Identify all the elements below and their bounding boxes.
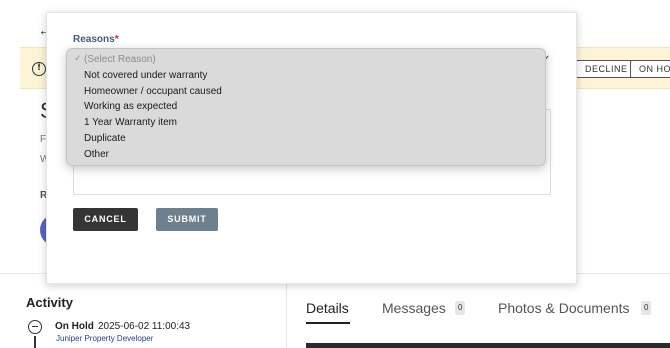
dropdown-option[interactable]: Not covered under warranty (67, 68, 545, 84)
dropdown-option-placeholder[interactable]: ✓ (Select Reason) (67, 52, 545, 68)
required-mark: * (114, 34, 119, 45)
reasons-label-text: Reasons (73, 34, 115, 45)
activity-heading: Activity (26, 295, 73, 310)
dropdown-option[interactable]: Homeowner / occupant caused (67, 84, 545, 100)
photos-count-badge: 0 (641, 301, 652, 315)
dropdown-option[interactable]: Working as expected (67, 99, 545, 115)
alert-icon: ! (32, 62, 46, 76)
activity-timestamp: 2025-06-02 11:00:43 (98, 321, 191, 332)
option-label: (Select Reason) (84, 54, 156, 65)
dropdown-option[interactable]: 1 Year Warranty item (67, 115, 545, 131)
timeline-line (34, 336, 36, 348)
details-panel-header (306, 343, 670, 348)
tab-messages[interactable]: Messages (382, 300, 446, 316)
tab-photos-documents[interactable]: Photos & Documents (498, 300, 630, 316)
tab-details[interactable]: Details (306, 300, 349, 316)
on-hold-button[interactable]: ON HOLD (630, 60, 670, 78)
decline-button[interactable]: DECLINE (576, 60, 637, 78)
activity-status: On Hold (55, 321, 94, 332)
column-divider (286, 284, 287, 348)
messages-count-badge: 0 (455, 301, 466, 315)
on-hold-icon (28, 320, 42, 334)
reasons-label: Reasons* (73, 34, 119, 45)
active-tab-indicator (306, 322, 350, 324)
cancel-button[interactable]: CANCEL (73, 208, 138, 231)
activity-user-link[interactable]: Juniper Property Developer (56, 334, 153, 343)
checkmark-icon: ✓ (74, 54, 82, 64)
reasons-dropdown-menu: ✓ (Select Reason) Not covered under warra… (66, 48, 546, 166)
submit-button[interactable]: SUBMIT (156, 208, 218, 231)
dropdown-option[interactable]: Other (67, 147, 545, 163)
dropdown-option[interactable]: Duplicate (67, 131, 545, 147)
